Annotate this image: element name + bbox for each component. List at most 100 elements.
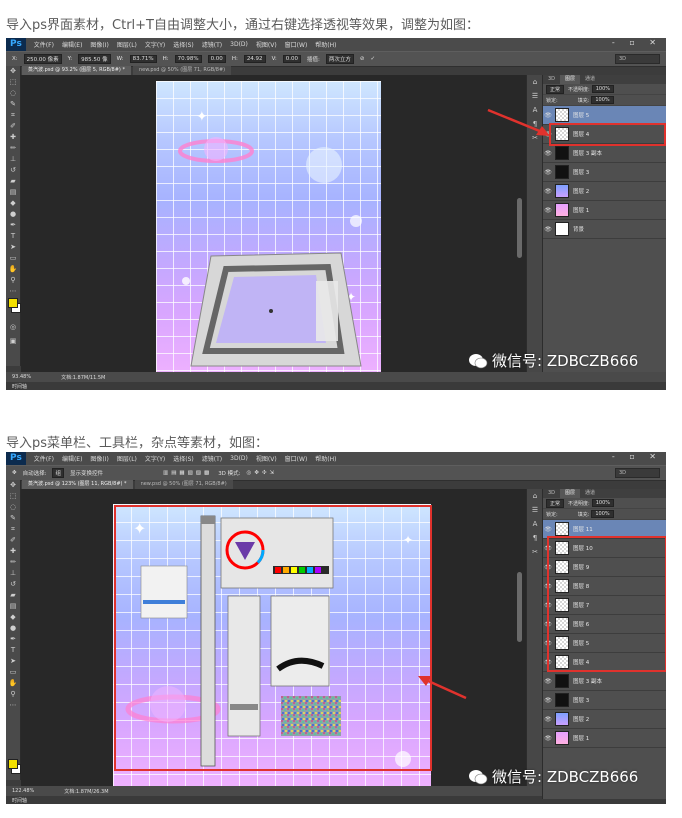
- tab-3d[interactable]: 3D: [543, 489, 560, 498]
- shape-tool-icon[interactable]: ▭: [6, 253, 20, 264]
- paragraph-panel-icon[interactable]: ¶: [527, 531, 543, 545]
- quick-select-tool-icon[interactable]: ✎: [6, 513, 20, 524]
- lasso-tool-icon[interactable]: ◌: [6, 502, 20, 513]
- menu-item-window[interactable]: 窗口(W): [285, 40, 308, 49]
- healing-tool-icon[interactable]: ✚: [6, 132, 20, 143]
- canvas-area[interactable]: ✦ ✦: [21, 75, 526, 377]
- menu-item-view[interactable]: 视图(V): [256, 454, 277, 463]
- path-select-tool-icon[interactable]: ➤: [6, 656, 20, 667]
- zoom-level[interactable]: 122.48%: [12, 788, 34, 794]
- show-transform-controls[interactable]: 显示变换控件: [70, 469, 103, 477]
- vskew-field[interactable]: 0.00: [282, 55, 301, 63]
- character-panel-icon[interactable]: A: [527, 517, 543, 531]
- menu-item-layer[interactable]: 图层(L): [117, 454, 137, 463]
- gradient-tool-icon[interactable]: ▤: [6, 601, 20, 612]
- blend-mode-select[interactable]: 正常: [546, 498, 565, 508]
- properties-panel-icon[interactable]: ☰: [527, 89, 543, 103]
- visibility-eye-icon[interactable]: 👁: [543, 716, 553, 723]
- angle-field[interactable]: 0.00: [207, 55, 226, 63]
- eraser-tool-icon[interactable]: ▰: [6, 590, 20, 601]
- eyedropper-tool-icon[interactable]: ✐: [6, 535, 20, 546]
- layer-row[interactable]: 👁 图层 2: [543, 710, 666, 729]
- document-tab-active[interactable]: 蒸汽波.psd @ 93.2% (图层 5, RGB/8#) *: [22, 66, 131, 75]
- brush-tool-icon[interactable]: ✏: [6, 143, 20, 154]
- menu-item-type[interactable]: 文字(Y): [145, 454, 165, 463]
- tools-panel-icon[interactable]: ✂: [527, 545, 543, 559]
- opacity-field[interactable]: 100%: [591, 499, 614, 507]
- pen-tool-icon[interactable]: ✒: [6, 220, 20, 231]
- visibility-eye-icon[interactable]: 👁: [543, 188, 553, 195]
- blend-mode-select[interactable]: 正常: [546, 84, 565, 94]
- workspace-select[interactable]: 3D: [615, 468, 660, 478]
- zoom-tool-icon[interactable]: ⚲: [6, 275, 20, 286]
- quick-select-tool-icon[interactable]: ✎: [6, 99, 20, 110]
- blur-tool-icon[interactable]: ◆: [6, 198, 20, 209]
- zoom-level[interactable]: 93.48%: [12, 374, 31, 380]
- menu-item-edit[interactable]: 编辑(E): [62, 454, 82, 463]
- layer-row[interactable]: 👁 图层 3 副本: [543, 672, 666, 691]
- x-field[interactable]: 250.00 像素: [23, 54, 62, 64]
- visibility-eye-icon[interactable]: 👁: [543, 207, 553, 214]
- eraser-tool-icon[interactable]: ▰: [6, 176, 20, 187]
- layer-row[interactable]: 👁 图层 1: [543, 729, 666, 748]
- zoom-tool-icon[interactable]: ⚲: [6, 689, 20, 700]
- timeline-tab[interactable]: 时间轴: [12, 383, 27, 390]
- visibility-eye-icon[interactable]: 👁: [543, 150, 553, 157]
- dodge-tool-icon[interactable]: ●: [6, 209, 20, 220]
- path-select-tool-icon[interactable]: ➤: [6, 242, 20, 253]
- vertical-scrollbar[interactable]: [517, 198, 522, 258]
- menu-item-3d[interactable]: 3D(D): [230, 41, 248, 48]
- fill-field[interactable]: 100%: [591, 96, 614, 104]
- layer-row[interactable]: 👁 图层 2: [543, 182, 666, 201]
- menu-item-edit[interactable]: 编辑(E): [62, 40, 82, 49]
- hand-tool-icon[interactable]: ✋: [6, 264, 20, 275]
- layer-row[interactable]: 👁 背景: [543, 220, 666, 239]
- layer-row[interactable]: 👁 图层 3 副本: [543, 144, 666, 163]
- menu-item-window[interactable]: 窗口(W): [285, 454, 308, 463]
- history-panel-icon[interactable]: ⌂: [527, 75, 543, 89]
- marquee-tool-icon[interactable]: ⬚: [6, 491, 20, 502]
- workspace-select[interactable]: 3D: [615, 54, 660, 64]
- menu-item-select[interactable]: 选择(S): [173, 454, 194, 463]
- pen-tool-icon[interactable]: ✒: [6, 634, 20, 645]
- blur-tool-icon[interactable]: ◆: [6, 612, 20, 623]
- opacity-field[interactable]: 100%: [591, 85, 614, 93]
- menu-item-file[interactable]: 文件(F): [34, 40, 54, 49]
- marquee-tool-icon[interactable]: ⬚: [6, 77, 20, 88]
- crop-tool-icon[interactable]: ⌗: [6, 524, 20, 535]
- shape-tool-icon[interactable]: ▭: [6, 667, 20, 678]
- tab-layers[interactable]: 图层: [560, 489, 581, 498]
- menu-item-view[interactable]: 视图(V): [256, 40, 277, 49]
- tab-channels[interactable]: 通道: [580, 75, 600, 84]
- move-tool-icon[interactable]: ✥: [6, 480, 20, 491]
- artwork-canvas[interactable]: ✦ ✦: [156, 81, 381, 377]
- visibility-eye-icon[interactable]: 👁: [543, 526, 553, 533]
- menu-item-image[interactable]: 图像(I): [90, 40, 108, 49]
- menu-item-3d[interactable]: 3D(D): [230, 455, 248, 462]
- menu-item-filter[interactable]: 滤镜(T): [202, 40, 222, 49]
- layer-row[interactable]: 👁 图层 1: [543, 201, 666, 220]
- visibility-eye-icon[interactable]: 👁: [543, 697, 553, 704]
- vertical-scrollbar[interactable]: [517, 572, 522, 642]
- move-tool-icon[interactable]: ✥: [6, 66, 20, 77]
- type-tool-icon[interactable]: T: [6, 645, 20, 656]
- interpolation-select[interactable]: 两次立方: [325, 54, 354, 64]
- gradient-tool-icon[interactable]: ▤: [6, 187, 20, 198]
- visibility-eye-icon[interactable]: 👁: [543, 678, 553, 685]
- document-tab-new[interactable]: new.psd @ 50% (图层 71, RGB/8#): [132, 66, 232, 75]
- window-controls[interactable]: - ▫ ✕: [612, 452, 662, 461]
- foreground-color-swatch[interactable]: [8, 759, 18, 769]
- properties-panel-icon[interactable]: ☰: [527, 503, 543, 517]
- layer-row[interactable]: 👁 图层 3: [543, 691, 666, 710]
- stamp-tool-icon[interactable]: ⊥: [6, 154, 20, 165]
- menu-item-file[interactable]: 文件(F): [34, 454, 54, 463]
- move-tool-icon[interactable]: ✥: [12, 470, 17, 476]
- timeline-tab[interactable]: 时间轴: [12, 797, 27, 804]
- hskew-field[interactable]: 24.92: [243, 55, 266, 63]
- visibility-eye-icon[interactable]: 👁: [543, 735, 553, 742]
- menu-item-filter[interactable]: 滤镜(T): [202, 454, 222, 463]
- hand-tool-icon[interactable]: ✋: [6, 678, 20, 689]
- tab-channels[interactable]: 通道: [580, 489, 600, 498]
- canvas-area[interactable]: ✦ ✦: [21, 489, 526, 786]
- menu-item-type[interactable]: 文字(Y): [145, 40, 165, 49]
